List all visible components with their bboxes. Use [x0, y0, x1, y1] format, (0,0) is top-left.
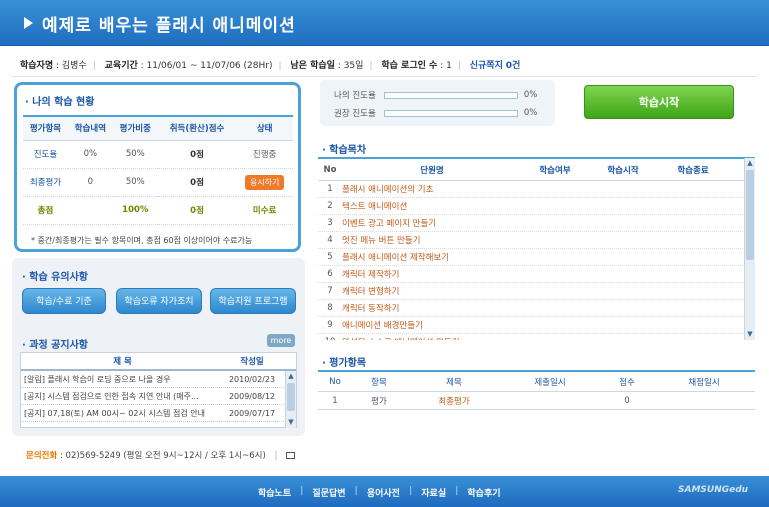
progress-panel: 나의 진도율 0% 권장 진도율 0%	[320, 80, 555, 126]
footer-nav: 학습노트 | 질문답변 | 용어사전 | 자료실 | 학습후기	[258, 486, 501, 499]
support-program-button[interactable]: 학습지원 프로그램	[210, 288, 296, 314]
chapter-link[interactable]: 캐릭터 제작하기	[342, 268, 522, 280]
monitor-icon[interactable]	[286, 452, 296, 459]
table-row[interactable]: 1 플래시 애니메이션의 기초	[318, 181, 755, 198]
grade-header: 평가비중	[112, 115, 158, 141]
page-title: 예제로 배우는 플래시 애니메이션	[42, 16, 296, 36]
table-row[interactable]: 5 플래시 애니메이션 제작해보기	[318, 249, 755, 266]
study-status-panel: · 나의 학습 현황 평가항목 학습내역 평가비중 취득(환산)점수 상태 진도…	[14, 82, 301, 252]
play-arrow-icon	[24, 17, 33, 29]
footer-link-notes[interactable]: 학습노트	[258, 486, 291, 499]
grade-table: 평가항목 학습내역 평가비중 취득(환산)점수 상태 진도율 0% 50% 0점…	[23, 115, 293, 225]
toc-table: No 단원명 학습여부 학습시작 학습종료 1 플래시 애니메이션의 기초 2 텍스트…	[318, 157, 755, 340]
status-title: · 나의 학습 현황	[25, 97, 95, 108]
completion-criteria-button[interactable]: 학습/수료 기준	[22, 288, 106, 314]
toc-title: · 학습목차	[322, 145, 367, 156]
caution-title: · 학습 유의사항	[22, 272, 88, 283]
period-value: 11/06/01 ~ 11/07/06 (28Hr)	[146, 61, 273, 71]
grade-header: 상태	[236, 115, 293, 141]
chapter-link[interactable]: 플래시 애니메이션 제작해보기	[342, 251, 522, 263]
my-progress-row: 나의 진도율 0%	[334, 89, 537, 101]
table-row: 진도율 0% 50% 0점 진행중	[23, 140, 293, 169]
caution-notice-panel: · 학습 유의사항 학습/수료 기준 학습오류 자가조치 학습지원 프로그램 ·…	[12, 258, 305, 436]
eval-title: · 평가항목	[322, 358, 367, 369]
take-exam-button[interactable]: 응시하기	[244, 174, 285, 190]
chapter-link[interactable]: 플래시 애니메이션의 기초	[342, 183, 522, 195]
table-row[interactable]: 4 멋진 메뉴 버튼 만들기	[318, 232, 755, 249]
scroll-up-icon[interactable]: ▲	[746, 159, 754, 168]
contact-label: 문의전화	[26, 451, 58, 461]
table-row: 1 평가 최종평가 0	[318, 392, 755, 410]
list-item[interactable]: [알림] 플래시 학습이 로딩 중으로 나올 경우 2010/02/23	[21, 371, 296, 388]
table-row[interactable]: 9 애니메이션 배경만들기	[318, 317, 755, 334]
chapter-link[interactable]: 완성된 소스로 애니메이션 만들기	[342, 336, 522, 340]
contact-info: 문의전화 : 02)569-5249 (평일 오전 9시~12시 / 오후 1시…	[26, 449, 296, 461]
chapter-link[interactable]: 애니메이션 배경만들기	[342, 319, 522, 331]
completion-note: * 중간/최종평가는 필수 항목이며, 총점 60점 이상이어야 수료가능	[31, 236, 253, 245]
more-button[interactable]: more	[267, 334, 295, 347]
table-row[interactable]: 10완성된 소스로 애니메이션 만들기	[318, 334, 755, 340]
recommended-progress-label: 권장 진도율	[334, 109, 376, 119]
my-progress-label: 나의 진도율	[334, 91, 376, 101]
grade-header: 평가항목	[23, 115, 68, 141]
table-row-total: 총점 100% 0점 미수료	[23, 196, 293, 225]
period-label: 교육기간	[104, 61, 138, 71]
notice-scrollbar[interactable]: ▲ ▼	[285, 371, 296, 428]
recommended-progress-bar	[383, 109, 518, 117]
recommended-progress-row: 권장 진도율 0%	[334, 107, 537, 119]
brand-logo: SAMSUNGedu	[678, 485, 749, 495]
final-exam-link[interactable]: 최종평가	[406, 395, 502, 407]
footer-link-reviews[interactable]: 학습후기	[467, 486, 500, 499]
scroll-thumb[interactable]	[746, 170, 754, 260]
table-row[interactable]: 2 텍스트 애니메이션	[318, 198, 755, 215]
my-progress-bar	[383, 91, 518, 99]
scroll-thumb[interactable]	[287, 383, 295, 411]
self-fix-button[interactable]: 학습오류 자가조치	[116, 288, 202, 314]
table-row[interactable]: 7 캐릭터 변형하기	[318, 283, 755, 300]
chapter-link[interactable]: 멋진 메뉴 버튼 만들기	[342, 234, 522, 246]
contact-value: : 02)569-5249 (평일 오전 9시~12시 / 오후 1시~6시)	[59, 451, 266, 461]
remain-label: 남은 학습일	[290, 61, 335, 71]
eval-table: No 항목 제목 제출일시 점수 채점일시 1 평가 최종평가 0	[318, 370, 755, 410]
notice-header-title: 제 목	[113, 357, 132, 367]
chapter-link[interactable]: 텍스트 애니메이션	[342, 200, 522, 212]
footer-bar: 학습노트 | 질문답변 | 용어사전 | 자료실 | 학습후기 SAMSUNGedu	[0, 476, 769, 507]
grade-header: 취득(환산)점수	[157, 115, 237, 141]
list-item[interactable]: [공지] 07,18(토) AM 00시~ 02시 시스템 점검 안내 2009…	[21, 405, 296, 422]
start-learning-button[interactable]: 학습시작	[584, 85, 734, 119]
footer-link-qna[interactable]: 질문답변	[312, 486, 345, 499]
table-row[interactable]: 6 캐릭터 제작하기	[318, 266, 755, 283]
table-row[interactable]: 8 캐릭터 동작하기	[318, 300, 755, 317]
notice-list: 제 목 작성일 [알림] 플래시 학습이 로딩 중으로 나올 경우 2010/0…	[20, 352, 297, 428]
login-label: 학습 로그인 수	[381, 61, 438, 71]
notice-header-date: 작성일	[240, 357, 264, 367]
divider	[12, 76, 757, 77]
chapter-link[interactable]: 이벤트 광고 페이지 만들기	[342, 217, 522, 229]
learner-value: 김병수	[61, 61, 87, 71]
login-value: 1	[446, 61, 452, 71]
chapter-link[interactable]: 캐릭터 변형하기	[342, 285, 522, 297]
notice-title: · 과정 공지사항	[22, 340, 88, 351]
message-count[interactable]: 0건	[506, 61, 521, 71]
learner-label: 학습자명	[20, 61, 54, 71]
scroll-down-icon[interactable]: ▼	[287, 418, 295, 427]
message-label[interactable]: 신규쪽지	[470, 61, 503, 71]
chapter-link[interactable]: 캐릭터 동작하기	[342, 302, 522, 314]
list-item[interactable]: [공지] 시스템 점검으로 인한 접속 지연 안내 (매주... 2009/08…	[21, 388, 296, 405]
header-bar: 예제로 배우는 플래시 애니메이션	[0, 0, 769, 46]
recommended-progress-value: 0%	[523, 108, 538, 118]
learner-info-bar: 학습자명 : 김병수 | 교육기간 : 11/06/01 ~ 11/07/06 (…	[20, 61, 521, 71]
grade-header: 학습내역	[67, 115, 113, 141]
remain-value: 35일	[343, 61, 364, 71]
footer-link-glossary[interactable]: 용어사전	[367, 486, 400, 499]
footer-link-library[interactable]: 자료실	[421, 486, 446, 499]
table-row: 최종평가 0 50% 0점 응시하기	[23, 168, 293, 197]
scroll-down-icon[interactable]: ▼	[746, 330, 754, 339]
toc-scrollbar[interactable]: ▲ ▼	[744, 158, 755, 340]
table-row[interactable]: 3 이벤트 광고 페이지 만들기	[318, 215, 755, 232]
scroll-up-icon[interactable]: ▲	[287, 372, 295, 381]
my-progress-value: 0%	[523, 90, 538, 100]
